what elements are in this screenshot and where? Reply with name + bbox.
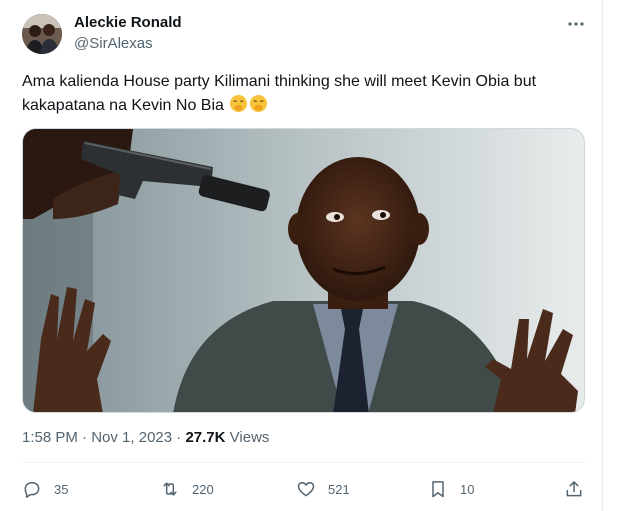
meta-separator: · (172, 429, 186, 446)
tweet-body: Ama kalienda House party Kilimani thinki… (22, 73, 537, 114)
face-with-hand-over-mouth-emoji-icon (249, 94, 268, 113)
share-icon (566, 481, 582, 497)
author-handle[interactable]: @SirAlexas (74, 34, 153, 54)
like-button[interactable]: 521 (296, 476, 350, 502)
reply-button[interactable]: 35 (22, 476, 68, 502)
author-name[interactable]: Aleckie Ronald (74, 13, 182, 33)
tweet-metadata: 1:58 PM · Nov 1, 2023 · 27.7K Views (22, 428, 269, 448)
divider (22, 462, 587, 463)
meta-separator: · (77, 429, 92, 446)
face-with-hand-over-mouth-emoji-icon (229, 94, 248, 113)
more-horizontal-icon[interactable] (566, 14, 586, 34)
bookmark-count: 10 (460, 481, 475, 497)
views-count[interactable]: 27.7K (185, 429, 225, 446)
tweet-text: Ama kalienda House party Kilimani thinki… (22, 70, 592, 118)
retweet-icon (163, 482, 177, 496)
share-button[interactable] (564, 476, 596, 502)
heart-icon (297, 482, 315, 497)
retweet-button[interactable]: 220 (160, 476, 214, 502)
avatar[interactable] (22, 14, 62, 54)
reply-count: 35 (54, 481, 69, 497)
like-count: 521 (328, 481, 350, 497)
tweet-time[interactable]: 1:58 PM (22, 429, 78, 446)
bookmark-icon (432, 481, 444, 498)
tweet-media-image[interactable] (22, 128, 585, 413)
views-label: Views (229, 429, 270, 446)
retweet-count: 220 (192, 481, 214, 497)
bookmark-button[interactable]: 10 (428, 476, 474, 502)
reply-icon (24, 482, 40, 498)
tweet-date[interactable]: Nov 1, 2023 (91, 429, 172, 446)
action-bar: 35 220 521 10 (22, 476, 587, 502)
tweet-card: Aleckie Ronald @SirAlexas Ama kalienda H… (0, 0, 603, 511)
